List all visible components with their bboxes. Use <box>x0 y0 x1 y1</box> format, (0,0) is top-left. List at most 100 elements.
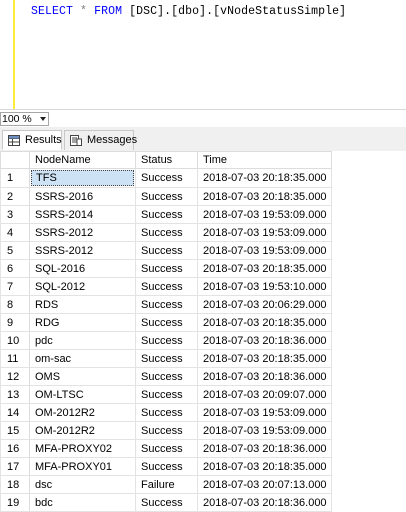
cell-time[interactable]: 2018-07-03 20:18:35.000 <box>197 349 332 368</box>
row-number[interactable]: 6 <box>0 259 30 278</box>
cell-nodename[interactable]: SSRS-2016 <box>29 187 136 206</box>
cell-status[interactable]: Success <box>135 241 198 260</box>
table-row[interactable]: 16 MFA-PROXY02 Success 2018-07-03 20:18:36.… <box>0 439 332 458</box>
cell-status[interactable]: Success <box>135 313 198 332</box>
table-row[interactable]: 8 RDS Success 2018-07-03 20:06:29.000 <box>0 295 332 314</box>
table-row[interactable]: 5 SSRS-2012 Success 2018-07-03 19:53:09.000 <box>0 241 332 260</box>
cell-status[interactable]: Success <box>135 367 198 386</box>
row-number[interactable]: 10 <box>0 331 30 350</box>
cell-status[interactable]: Success <box>135 457 198 476</box>
cell-time[interactable]: 2018-07-03 19:53:09.000 <box>197 403 332 422</box>
table-row[interactable]: 19 bdc Success 2018-07-03 20:18:36.000 <box>0 493 332 512</box>
row-number[interactable]: 13 <box>0 385 30 404</box>
cell-time[interactable]: 2018-07-03 20:18:35.000 <box>197 259 332 278</box>
row-number[interactable]: 5 <box>0 241 30 260</box>
table-row[interactable]: 17 MFA-PROXY01 Success 2018-07-03 20:18:35.… <box>0 457 332 476</box>
table-row[interactable]: 6 SQL-2016 Success 2018-07-03 20:18:35.000 <box>0 259 332 278</box>
cell-nodename[interactable]: OMS <box>29 367 136 386</box>
cell-status[interactable]: Success <box>135 295 198 314</box>
cell-time[interactable]: 2018-07-03 20:18:36.000 <box>197 493 332 512</box>
cell-nodename[interactable]: bdc <box>29 493 136 512</box>
cell-time[interactable]: 2018-07-03 19:53:09.000 <box>197 223 332 242</box>
cell-status[interactable]: Failure <box>135 475 198 494</box>
cell-status[interactable]: Success <box>135 421 198 440</box>
cell-time[interactable]: 2018-07-03 20:06:29.000 <box>197 295 332 314</box>
cell-status[interactable]: Success <box>135 223 198 242</box>
table-row[interactable]: 1 TFS Success 2018-07-03 20:18:35.000 <box>0 168 332 188</box>
cell-status[interactable]: Success <box>135 493 198 512</box>
cell-status[interactable]: Success <box>135 385 198 404</box>
cell-status[interactable]: Success <box>135 187 198 206</box>
cell-nodename[interactable]: MFA-PROXY01 <box>29 457 136 476</box>
cell-nodename[interactable]: SSRS-2014 <box>29 205 136 224</box>
query-editor[interactable]: SELECT * FROM [DSC].[dbo].[vNodeStatusSi… <box>0 0 406 109</box>
cell-time[interactable]: 2018-07-03 20:18:36.000 <box>197 331 332 350</box>
table-row[interactable]: 3 SSRS-2014 Success 2018-07-03 19:53:09.000 <box>0 205 332 224</box>
cell-time[interactable]: 2018-07-03 20:18:35.000 <box>197 168 332 188</box>
row-number[interactable]: 1 <box>0 168 30 188</box>
row-number[interactable]: 9 <box>0 313 30 332</box>
cell-nodename[interactable]: SQL-2016 <box>29 259 136 278</box>
row-number[interactable]: 7 <box>0 277 30 296</box>
tab-messages[interactable]: Messages <box>64 130 137 150</box>
zoom-dropdown[interactable]: 100 % <box>0 112 49 126</box>
cell-time[interactable]: 2018-07-03 20:18:35.000 <box>197 457 332 476</box>
row-number[interactable]: 15 <box>0 421 30 440</box>
cell-nodename[interactable]: dsc <box>29 475 136 494</box>
cell-time[interactable]: 2018-07-03 20:07:13.000 <box>197 475 332 494</box>
row-number[interactable]: 12 <box>0 367 30 386</box>
cell-time[interactable]: 2018-07-03 19:53:09.000 <box>197 241 332 260</box>
table-row[interactable]: 2 SSRS-2016 Success 2018-07-03 20:18:35.000 <box>0 187 332 206</box>
table-row[interactable]: 18 dsc Failure 2018-07-03 20:07:13.000 <box>0 475 332 494</box>
cell-nodename[interactable]: OM-2012R2 <box>29 403 136 422</box>
table-row[interactable]: 15 OM-2012R2 Success 2018-07-03 19:53:09.00… <box>0 421 332 440</box>
row-number[interactable]: 2 <box>0 187 30 206</box>
cell-status[interactable]: Success <box>135 259 198 278</box>
cell-status[interactable]: Success <box>135 439 198 458</box>
table-row[interactable]: 13 OM-LTSC Success 2018-07-03 20:09:07.000 <box>0 385 332 404</box>
cell-nodename[interactable]: TFS <box>29 168 136 188</box>
row-number[interactable]: 11 <box>0 349 30 368</box>
row-number-header[interactable] <box>0 151 30 169</box>
cell-nodename[interactable]: OM-2012R2 <box>29 421 136 440</box>
cell-nodename[interactable]: om-sac <box>29 349 136 368</box>
tab-results[interactable]: Results <box>2 130 62 150</box>
cell-time[interactable]: 2018-07-03 19:53:09.000 <box>197 205 332 224</box>
cell-nodename[interactable]: SSRS-2012 <box>29 241 136 260</box>
chevron-down-icon[interactable] <box>40 117 46 121</box>
cell-time[interactable]: 2018-07-03 20:18:36.000 <box>197 367 332 386</box>
table-row[interactable]: 7 SQL-2012 Success 2018-07-03 19:53:10.000 <box>0 277 332 296</box>
cell-status[interactable]: Success <box>135 168 198 188</box>
cell-nodename[interactable]: RDG <box>29 313 136 332</box>
table-row[interactable]: 4 SSRS-2012 Success 2018-07-03 19:53:09.000 <box>0 223 332 242</box>
column-header-status[interactable]: Status <box>135 151 198 169</box>
column-header-time[interactable]: Time <box>197 151 332 169</box>
cell-nodename[interactable]: MFA-PROXY02 <box>29 439 136 458</box>
cell-nodename[interactable]: SSRS-2012 <box>29 223 136 242</box>
row-number[interactable]: 14 <box>0 403 30 422</box>
results-grid[interactable]: NodeName Status Time 1 TFS Success 2018-07-… <box>0 151 406 512</box>
cell-time[interactable]: 2018-07-03 20:18:36.000 <box>197 439 332 458</box>
cell-status[interactable]: Success <box>135 349 198 368</box>
row-number[interactable]: 19 <box>0 493 30 512</box>
table-row[interactable]: 10 pdc Success 2018-07-03 20:18:36.000 <box>0 331 332 350</box>
cell-nodename[interactable]: OM-LTSC <box>29 385 136 404</box>
cell-nodename[interactable]: pdc <box>29 331 136 350</box>
row-number[interactable]: 4 <box>0 223 30 242</box>
row-number[interactable]: 18 <box>0 475 30 494</box>
cell-status[interactable]: Success <box>135 331 198 350</box>
row-number[interactable]: 16 <box>0 439 30 458</box>
row-number[interactable]: 3 <box>0 205 30 224</box>
table-row[interactable]: 9 RDG Success 2018-07-03 20:18:35.000 <box>0 313 332 332</box>
table-row[interactable]: 12 OMS Success 2018-07-03 20:18:36.000 <box>0 367 332 386</box>
row-number[interactable]: 17 <box>0 457 30 476</box>
column-header-nodename[interactable]: NodeName <box>29 151 136 169</box>
row-number[interactable]: 8 <box>0 295 30 314</box>
cell-time[interactable]: 2018-07-03 19:53:09.000 <box>197 421 332 440</box>
cell-status[interactable]: Success <box>135 403 198 422</box>
cell-time[interactable]: 2018-07-03 19:53:10.000 <box>197 277 332 296</box>
cell-time[interactable]: 2018-07-03 20:18:35.000 <box>197 313 332 332</box>
table-row[interactable]: 11 om-sac Success 2018-07-03 20:18:35.000 <box>0 349 332 368</box>
cell-time[interactable]: 2018-07-03 20:18:35.000 <box>197 187 332 206</box>
cell-nodename[interactable]: SQL-2012 <box>29 277 136 296</box>
